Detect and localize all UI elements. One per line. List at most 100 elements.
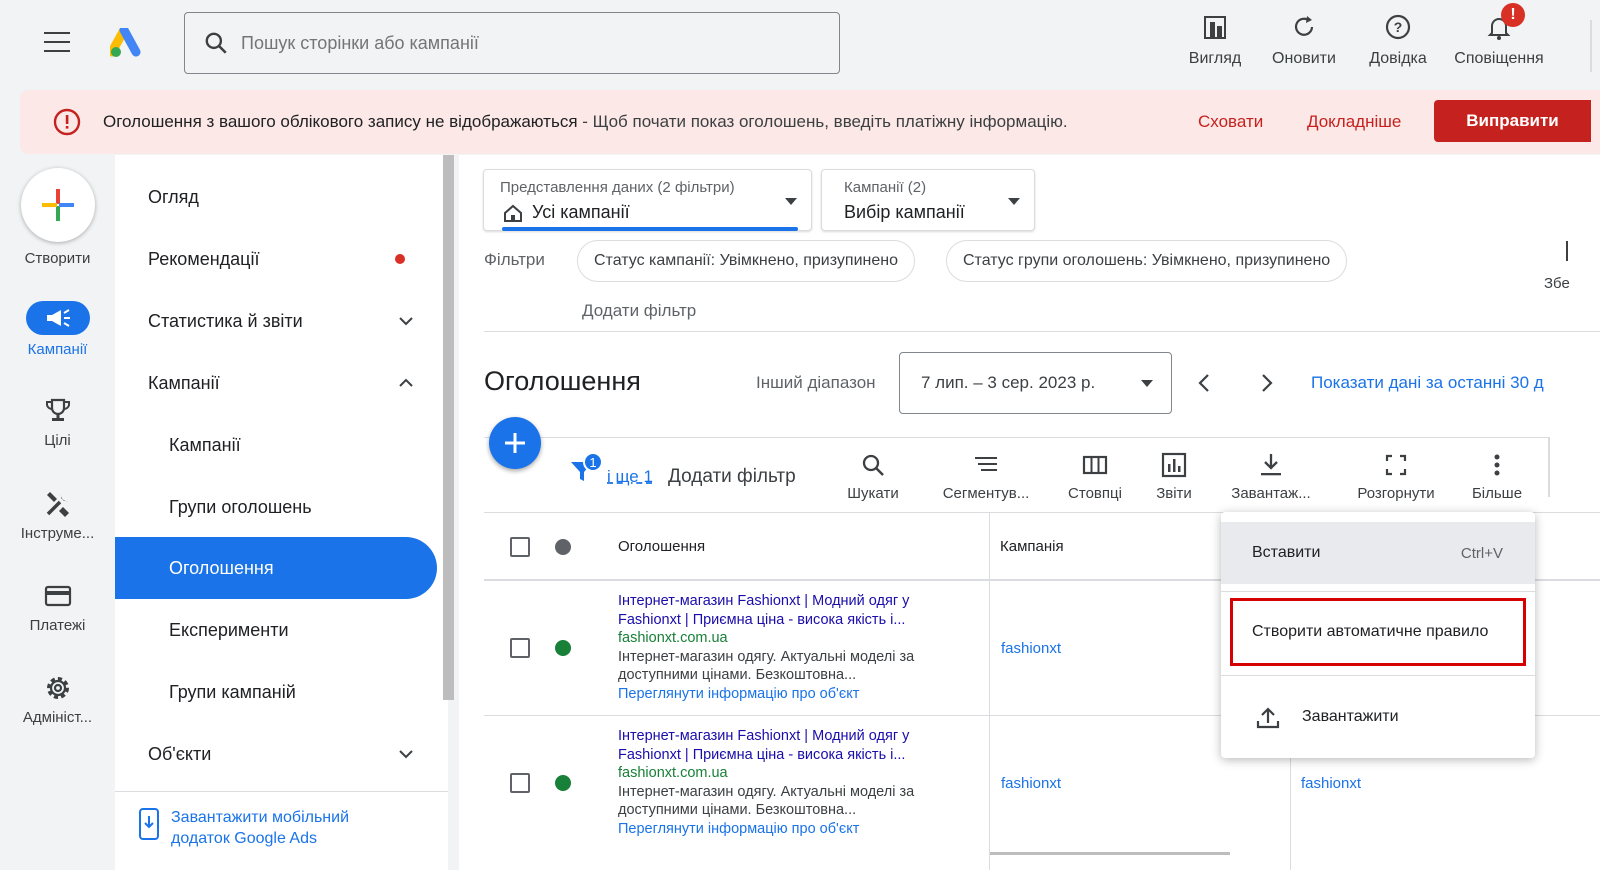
expand-tool-button[interactable]: Розгорнути: [1351, 451, 1441, 511]
plus-icon: [505, 433, 525, 453]
nav-overview[interactable]: Огляд: [115, 166, 445, 228]
column-header-campaign[interactable]: Кампанія: [1000, 538, 1064, 555]
error-icon: [53, 108, 81, 136]
tools-icon: [46, 492, 69, 517]
section-divider: [484, 331, 1600, 332]
notifications-label: Сповіщення: [1454, 50, 1544, 67]
horizontal-scrollbar[interactable]: [990, 852, 1230, 855]
mobile-app-label: Завантажити мобільний додаток Google Ads: [171, 809, 350, 847]
rail-tools[interactable]: Інструме...: [0, 489, 115, 542]
menu-upload[interactable]: Завантажити: [1221, 686, 1535, 748]
more-tool-button[interactable]: Більше: [1469, 451, 1525, 511]
view-label: Вигляд: [1188, 50, 1242, 67]
columns-tool-button[interactable]: Стовпці: [1062, 451, 1128, 511]
add-filter-button[interactable]: Додати фільтр: [668, 466, 796, 488]
ad-description: Інтернет-магазин одягу. Актуальні моделі…: [618, 648, 915, 684]
refresh-button[interactable]: Оновити: [1264, 8, 1344, 78]
rail-billing[interactable]: Платежі: [0, 581, 115, 634]
upload-icon: [1256, 707, 1280, 729]
column-divider: [989, 512, 990, 870]
nav-campaigns[interactable]: Кампанії: [115, 414, 445, 476]
last-30-days-link[interactable]: Показати дані за останні 30 д: [1311, 373, 1544, 393]
help-label: Довідка: [1369, 50, 1427, 67]
rail-admin[interactable]: Адмініст...: [0, 673, 115, 726]
view-asset-link[interactable]: Переглянути інформацію про об'єкт: [618, 685, 943, 704]
download-tool-button[interactable]: Завантаж...: [1225, 451, 1317, 511]
nav-scrollbar[interactable]: [443, 155, 454, 700]
more-filters-link[interactable]: і ще 1: [607, 467, 653, 487]
ad-description: Інтернет-магазин одягу. Актуальні моделі…: [618, 783, 915, 819]
view-dropdown-value: Усі кампанії: [502, 202, 630, 223]
date-range-label: Інший діапазон: [756, 373, 876, 392]
nav-ad-groups[interactable]: Групи оголошень: [115, 476, 445, 538]
page-title: Оголошення: [484, 366, 641, 396]
view-dropdown[interactable]: Представлення даних (2 фільтри) Усі камп…: [483, 169, 812, 231]
columns-icon: [1082, 455, 1108, 475]
status-enabled-dot[interactable]: [555, 640, 571, 656]
banner-subtitle: - Щоб почати показ оголошень, введіть пл…: [577, 112, 1068, 131]
caret-down-icon: [1141, 380, 1153, 387]
learn-more-link[interactable]: Докладніше: [1307, 112, 1401, 132]
add-filter-link[interactable]: Додати фільтр: [582, 301, 696, 321]
date-range-picker[interactable]: 7 лип. – 3 сер. 2023 р.: [899, 352, 1172, 414]
mobile-app-link[interactable]: Завантажити мобільний додаток Google Ads: [137, 807, 391, 849]
select-all-checkbox[interactable]: [510, 537, 530, 557]
nav-ads[interactable]: Оголошення: [115, 537, 437, 599]
status-header-dot: [555, 539, 571, 555]
campaign-dropdown[interactable]: Кампанії (2) Вибір кампанії: [821, 169, 1035, 231]
nav-campaign-groups[interactable]: Групи кампаній: [115, 661, 445, 723]
nav-label: Оголошення: [169, 557, 274, 578]
nav-label: Групи оголошень: [169, 496, 312, 517]
ad-headline[interactable]: Інтернет-магазин Fashionxt | Модний одяг…: [618, 727, 943, 764]
view-asset-link[interactable]: Переглянути інформацію про об'єкт: [618, 820, 943, 839]
date-range-value: 7 лип. – 3 сер. 2023 р.: [921, 373, 1096, 392]
ad-headline[interactable]: Інтернет-магазин Fashionxt | Модний одяг…: [618, 592, 943, 629]
refresh-icon: [1294, 16, 1314, 36]
nav-reports[interactable]: Статистика й звіти: [115, 290, 445, 352]
filter-chip-campaign-status[interactable]: Статус кампанії: Увімкнено, призупинено: [577, 240, 915, 282]
fix-button[interactable]: Виправити: [1434, 100, 1591, 142]
hide-link[interactable]: Сховати: [1198, 112, 1263, 132]
menu-create-rule[interactable]: Створити автоматичне правило: [1230, 598, 1526, 666]
home-icon: [504, 204, 522, 222]
ad-preview: Інтернет-магазин Fashionxt | Модний одяг…: [618, 727, 943, 838]
ad-group-link[interactable]: fashionxt: [1301, 775, 1361, 792]
chevron-left-icon[interactable]: [1193, 371, 1217, 395]
nav-assets[interactable]: Об'єкти: [115, 723, 445, 785]
row-checkbox[interactable]: [510, 638, 530, 658]
nav-experiments[interactable]: Експерименти: [115, 599, 445, 661]
column-header-ad[interactable]: Оголошення: [618, 538, 705, 555]
search-tool-button[interactable]: Шукати: [843, 451, 903, 511]
tool-label: Розгорнути: [1357, 485, 1435, 502]
status-enabled-dot[interactable]: [555, 775, 571, 791]
reports-tool-button[interactable]: Звіти: [1154, 451, 1194, 511]
rail-campaigns[interactable]: Кампанії: [0, 301, 115, 358]
help-button[interactable]: ? Довідка: [1358, 8, 1438, 78]
filter-chip-adgroup-status[interactable]: Статус групи оголошень: Увімкнено, призу…: [946, 240, 1348, 282]
filter-button[interactable]: 1: [569, 452, 603, 489]
nav-recommendations[interactable]: Рекомендації: [115, 228, 445, 290]
add-fab-button[interactable]: [489, 417, 541, 469]
create-button[interactable]: Створити: [0, 168, 115, 267]
row-checkbox[interactable]: [510, 773, 530, 793]
view-button[interactable]: Вигляд: [1180, 8, 1250, 78]
filter-count-badge: 1: [583, 452, 603, 472]
nav-campaigns-group[interactable]: Кампанії: [115, 352, 445, 414]
notifications-button[interactable]: Сповіщення !: [1448, 3, 1550, 78]
search-input[interactable]: [241, 32, 801, 54]
menu-icon[interactable]: [44, 32, 70, 52]
campaign-link[interactable]: fashionxt: [1001, 775, 1061, 792]
ad-url: fashionxt.com.ua: [618, 765, 728, 781]
search-box[interactable]: [184, 12, 840, 74]
rail-goals-label: Цілі: [44, 432, 71, 449]
menu-paste[interactable]: Вставити Ctrl+V: [1221, 522, 1535, 584]
save-label-cut[interactable]: Збе: [1544, 275, 1570, 292]
campaign-link[interactable]: fashionxt: [1001, 640, 1061, 657]
menu-paste-shortcut: Ctrl+V: [1460, 544, 1503, 562]
reports-icon: [1161, 452, 1187, 478]
rail-goals[interactable]: Цілі: [0, 396, 115, 449]
google-ads-logo-icon[interactable]: [107, 25, 144, 58]
search-icon: [205, 32, 227, 54]
chevron-right-icon[interactable]: [1254, 371, 1278, 395]
segment-tool-button[interactable]: Сегментув...: [936, 451, 1036, 511]
